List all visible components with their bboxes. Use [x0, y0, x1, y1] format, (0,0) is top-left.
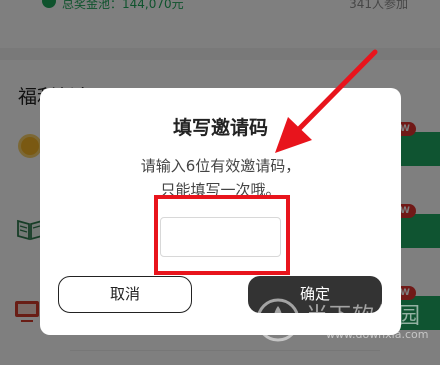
invite-code-input[interactable] — [160, 217, 281, 257]
watermark: 当下软件园 www.downxia.com — [254, 294, 434, 350]
watermark-logo-icon — [256, 298, 300, 342]
cancel-button[interactable]: 取消 — [58, 276, 192, 313]
dialog-title: 填写邀请码 — [172, 117, 268, 139]
watermark-name: 当下软件园 — [306, 304, 422, 329]
dialog-description-line1: 请输入6位有效邀请码， — [140, 157, 301, 175]
watermark-domain: www.downxia.com — [326, 328, 429, 341]
